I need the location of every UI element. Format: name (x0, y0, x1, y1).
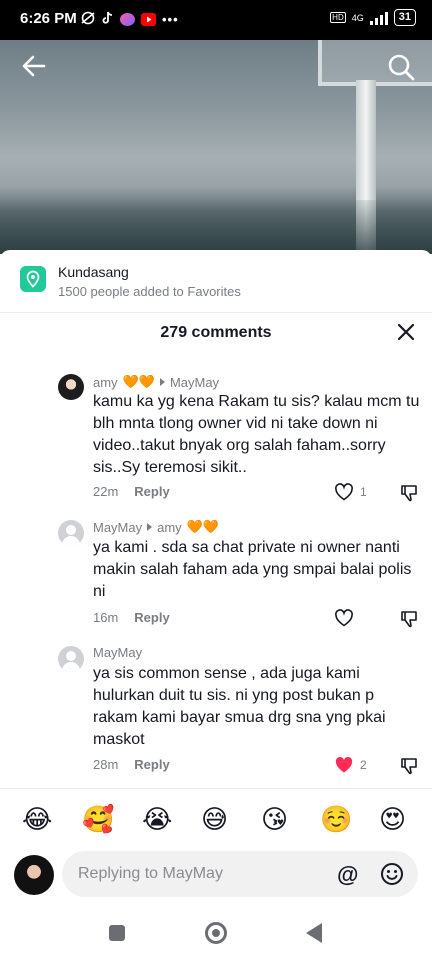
emoji-tears-of-joy[interactable]: 😂 (22, 804, 52, 835)
reply-to-name[interactable]: MayMay (170, 375, 219, 390)
home-icon[interactable] (205, 922, 227, 944)
avatar[interactable] (58, 646, 84, 672)
status-bar: 6:26 PM ••• HD 4G 31 (0, 0, 432, 40)
emoji-heart-eyes[interactable]: 😍 (379, 804, 406, 835)
mountain-mist (0, 200, 432, 254)
reply-to-hearts: 🧡🧡 (186, 519, 220, 534)
comment-time: 28m (93, 757, 119, 772)
avatar[interactable] (58, 520, 84, 546)
comment-meta: 16m Reply (93, 610, 170, 625)
emoji-smiling-hearts[interactable]: 🥰 (82, 804, 114, 835)
signal-icon (369, 11, 388, 25)
search-icon[interactable] (386, 52, 416, 82)
close-icon[interactable] (396, 322, 416, 342)
like-button[interactable] (334, 609, 360, 627)
reply-button[interactable]: Reply (134, 610, 169, 625)
comment-header: MayMay amy 🧡🧡 (93, 519, 219, 535)
like-button[interactable]: 1 (334, 483, 367, 501)
comment-header: MayMay (93, 645, 142, 660)
reply-input[interactable] (76, 864, 330, 884)
dislike-icon[interactable] (400, 610, 418, 628)
comment-author[interactable]: MayMay (93, 645, 142, 660)
comment-meta: 22m Reply (93, 484, 170, 499)
comment-time: 22m (93, 484, 119, 499)
reply-button[interactable]: Reply (134, 757, 169, 772)
heart-outline-icon (335, 483, 353, 501)
status-time: 6:26 PM (20, 10, 77, 27)
current-user-avatar[interactable] (14, 855, 54, 895)
system-nav-bar (0, 908, 432, 960)
battery-icon: 31 (393, 9, 416, 26)
comment-text: ya sis common sense , ada juga kami hulu… (93, 665, 386, 748)
arrow-left-icon[interactable] (20, 52, 48, 80)
emoji-kiss[interactable]: 😘 (261, 804, 288, 835)
reply-arrow-icon (147, 523, 153, 531)
heart-outline-icon (335, 609, 353, 627)
comments-count-title: 279 comments (160, 324, 272, 341)
reply-arrow-icon (159, 378, 165, 386)
reply-input-box[interactable] (62, 851, 418, 897)
network-type: 4G (351, 12, 364, 23)
location-pin-icon (20, 266, 46, 292)
youtube-icon (141, 13, 156, 26)
comment-header: amy 🧡🧡 MayMay (93, 374, 219, 390)
emoji-sweat-smile[interactable]: 😅 (201, 804, 228, 835)
comment-text: kamu ka yg kena Rakam tu sis? kalau mcm … (93, 393, 420, 476)
dislike-icon[interactable] (400, 757, 418, 775)
comment-text: ya kami . sda sa chat private ni owner n… (93, 539, 412, 600)
comment-author[interactable]: MayMay (93, 520, 142, 535)
back-triangle-icon[interactable] (306, 923, 322, 943)
comment-meta: 28m Reply (93, 757, 170, 772)
emoji-crying[interactable]: 😭 (142, 804, 172, 835)
location-row[interactable]: Kundasang 1500 people added to Favorites (0, 250, 432, 310)
video-player[interactable] (0, 40, 432, 254)
comment-author[interactable]: amy (93, 375, 118, 390)
emoji-smiling[interactable]: ☺️ (320, 804, 352, 835)
tiktok-icon (102, 11, 114, 28)
avatar[interactable] (58, 374, 84, 400)
dislike-icon[interactable] (400, 484, 418, 502)
location-name: Kundasang (58, 264, 129, 280)
notification-icons: ••• (80, 11, 179, 28)
reply-to-name[interactable]: amy (157, 520, 182, 535)
messenger-icon (120, 13, 135, 26)
system-status: HD 4G 31 (330, 9, 416, 26)
comment-time: 16m (93, 610, 119, 625)
heart-filled-icon (335, 756, 353, 773)
recent-apps-icon[interactable] (109, 925, 125, 941)
like-button[interactable]: 2 (334, 756, 367, 774)
data-saver-icon (80, 11, 96, 28)
mention-button[interactable]: @ (337, 862, 358, 888)
volte-icon: HD (330, 12, 346, 23)
author-hearts: 🧡🧡 (122, 374, 155, 389)
reply-button[interactable]: Reply (134, 484, 169, 499)
divider (0, 312, 432, 313)
smiley-icon[interactable] (380, 862, 404, 886)
like-count: 1 (360, 485, 367, 499)
more-notifications-icon: ••• (162, 12, 179, 27)
like-count: 2 (360, 758, 367, 772)
location-favorites-count: 1500 people added to Favorites (58, 284, 241, 299)
